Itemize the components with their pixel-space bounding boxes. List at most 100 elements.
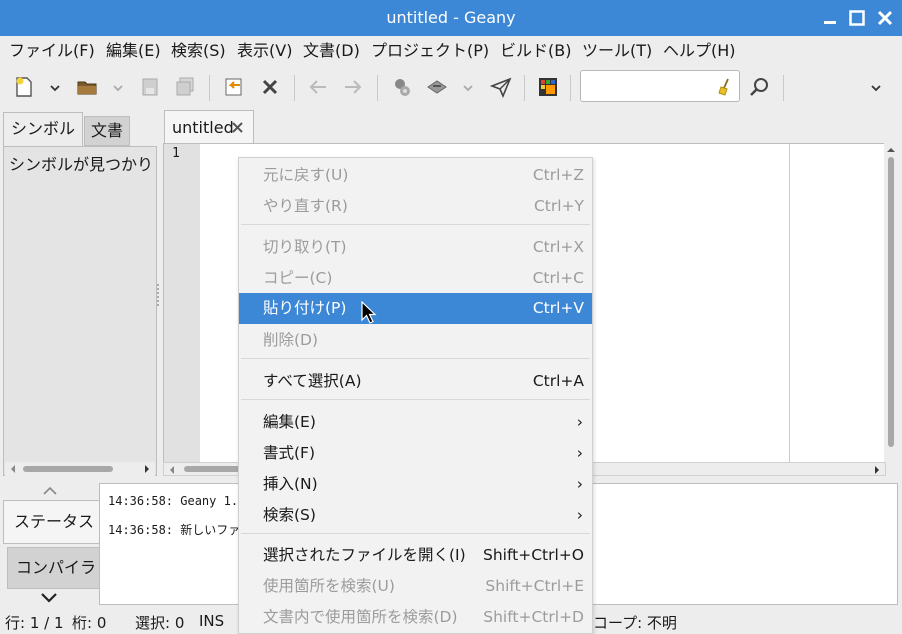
scroll-up-icon — [887, 148, 895, 152]
chevron-down-icon[interactable] — [461, 81, 475, 95]
menu-search[interactable]: 検索(S) — [171, 36, 226, 65]
menu-item-insert-submenu[interactable]: 挿入(N) › — [239, 469, 592, 500]
menu-bar: ファイル(F) 編集(E) 検索(S) 表示(V) 文書(D) プロジェクト(P… — [0, 36, 902, 65]
toolbar-separator — [377, 75, 378, 101]
build-icon — [427, 80, 447, 94]
color-chooser-button[interactable] — [533, 72, 563, 102]
editor-vscrollbar[interactable] — [884, 143, 898, 463]
symbols-panel: シンボルが見つかり — [3, 146, 157, 476]
context-menu: 元に戻す(U) Ctrl+Z やり直す(R) Ctrl+Y 切り取り(T) Ct… — [238, 157, 593, 634]
message-line: 14:36:58: 新しいファ — [108, 523, 241, 537]
line-number: 1 — [172, 146, 180, 161]
scroll-left-icon — [11, 465, 15, 473]
menu-file[interactable]: ファイル(F) — [9, 36, 95, 65]
close-file-button[interactable] — [255, 72, 285, 102]
tab-status[interactable]: ステータス — [3, 500, 100, 544]
tab-documents[interactable]: 文書 — [84, 116, 130, 146]
menu-item-open-selected-file[interactable]: 選択されたファイルを開く(I) Shift+Ctrl+O — [239, 540, 592, 571]
submenu-arrow-icon: › — [576, 413, 583, 431]
forward-icon — [345, 80, 362, 94]
status-sel: 選択: 0 — [135, 614, 185, 632]
toolbar-separator — [209, 75, 210, 101]
chevron-down-icon[interactable] — [48, 81, 62, 95]
save-button[interactable] — [135, 72, 165, 102]
maximize-icon — [849, 10, 865, 26]
tabs-scroll-down-icon[interactable] — [40, 592, 58, 604]
editor-tab-label: untitled — [172, 118, 234, 137]
menu-item-copy[interactable]: コピー(C) Ctrl+C — [239, 263, 592, 294]
save-all-icon — [176, 77, 194, 96]
close-icon — [877, 10, 893, 26]
menu-item-paste[interactable]: 貼り付け(P) Ctrl+V — [239, 293, 592, 324]
compile-button[interactable] — [387, 72, 417, 102]
menu-item-redo[interactable]: やり直す(R) Ctrl+Y — [239, 191, 592, 222]
line-number-gutter — [164, 144, 200, 462]
search-input[interactable] — [580, 70, 740, 102]
toolbar-overflow-chevron-icon[interactable] — [869, 81, 883, 95]
menu-item-edit-submenu[interactable]: 編集(E) › — [239, 407, 592, 438]
sidebar-hscroll-thumb[interactable] — [23, 466, 113, 472]
menu-edit[interactable]: 編集(E) — [106, 36, 161, 65]
search-button[interactable] — [744, 72, 774, 102]
compile-icon — [395, 79, 410, 96]
status-mode: INS — [199, 612, 225, 630]
title-bar[interactable]: untitled - Geany — [0, 0, 902, 36]
long-line-marker — [789, 144, 790, 462]
menu-tools[interactable]: ツール(T) — [582, 36, 652, 65]
scroll-left-icon — [170, 466, 174, 474]
menu-item-format-submenu[interactable]: 書式(F) › — [239, 438, 592, 469]
menu-item-undo[interactable]: 元に戻す(U) Ctrl+Z — [239, 160, 592, 191]
scroll-right-icon — [875, 466, 879, 474]
menu-document[interactable]: 文書(D) — [303, 36, 360, 65]
menu-project[interactable]: プロジェクト(P) — [371, 36, 489, 65]
toolbar-separator — [524, 75, 525, 101]
editor-vscroll-thumb[interactable] — [888, 157, 894, 447]
tab-compiler[interactable]: コンパイラ — [7, 547, 100, 589]
mouse-cursor-icon — [361, 301, 377, 324]
open-file-button[interactable] — [72, 72, 102, 102]
new-file-button[interactable] — [9, 72, 39, 102]
forward-button[interactable] — [338, 72, 368, 102]
menu-separator — [241, 224, 590, 225]
editor-tab[interactable]: untitled — [164, 110, 254, 144]
menu-help[interactable]: ヘルプ(H) — [663, 36, 736, 65]
chevron-down-icon[interactable] — [111, 81, 125, 95]
menu-item-cut[interactable]: 切り取り(T) Ctrl+X — [239, 232, 592, 263]
menu-separator — [241, 399, 590, 400]
back-button[interactable] — [303, 72, 333, 102]
menu-separator — [241, 358, 590, 359]
tab-symbols-label: シンボル — [10, 119, 75, 138]
build-button[interactable] — [422, 72, 452, 102]
status-col: 桁: 0 — [72, 614, 107, 632]
broom-icon[interactable] — [715, 77, 735, 97]
menu-item-delete[interactable]: 削除(D) — [239, 325, 592, 356]
close-window-button[interactable] — [875, 8, 895, 28]
tab-symbols[interactable]: シンボル — [3, 112, 83, 146]
sidebar-hscrollbar[interactable] — [5, 462, 155, 476]
color-chooser-icon — [539, 78, 557, 96]
menu-item-select-all[interactable]: すべて選択(A) Ctrl+A — [239, 366, 592, 397]
back-icon — [309, 80, 326, 94]
tab-close-icon[interactable] — [232, 122, 243, 133]
close-icon — [262, 79, 278, 95]
revert-button[interactable] — [219, 72, 249, 102]
save-all-button[interactable] — [170, 72, 200, 102]
tab-status-label: ステータス — [14, 512, 95, 531]
menu-item-find-usage[interactable]: 使用箇所を検索(U) Shift+Ctrl+E — [239, 571, 592, 602]
menu-build[interactable]: ビルド(B) — [500, 36, 571, 65]
toolbar — [0, 65, 902, 110]
menu-item-search-submenu[interactable]: 検索(S) › — [239, 500, 592, 531]
revert-icon — [225, 78, 242, 96]
editor-hscroll-thumb[interactable] — [184, 466, 244, 472]
search-icon — [750, 78, 768, 96]
message-line: 14:36:58: Geany 1.2 — [108, 494, 246, 508]
run-icon — [489, 77, 512, 99]
maximize-button[interactable] — [847, 8, 867, 28]
menu-view[interactable]: 表示(V) — [237, 36, 292, 65]
minimize-button[interactable] — [820, 8, 840, 28]
menu-item-find-document-usage[interactable]: 文書内で使用箇所を検索(D) Shift+Ctrl+D — [239, 602, 592, 633]
scroll-right-icon — [145, 465, 149, 473]
tabs-scroll-up-icon[interactable] — [42, 486, 58, 496]
submenu-arrow-icon: › — [576, 475, 583, 493]
run-button[interactable] — [486, 72, 516, 102]
